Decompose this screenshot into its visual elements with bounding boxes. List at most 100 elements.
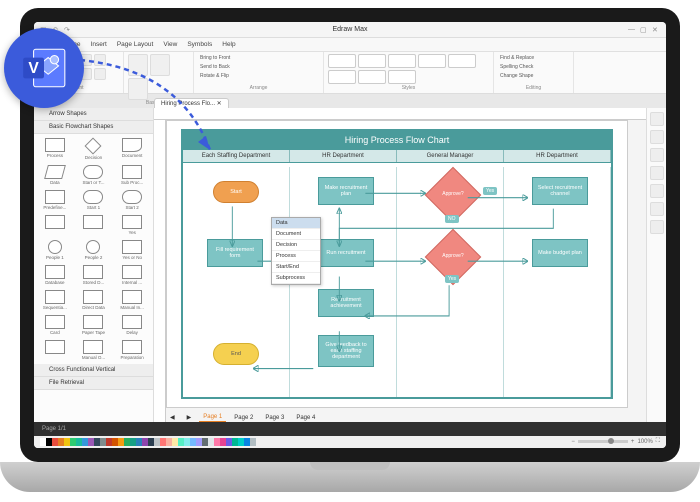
shape-stencil[interactable]: Delay xyxy=(113,313,151,337)
node-make-plan[interactable]: Make recruitment plan xyxy=(318,177,374,205)
node-achieve[interactable]: Recruitment achievement xyxy=(318,289,374,317)
shape-stencil[interactable]: People 1 xyxy=(36,238,74,262)
window-controls[interactable]: — ▢ ✕ xyxy=(628,26,660,34)
lane-header: General Manager xyxy=(397,150,504,162)
shape-stencil[interactable]: Yes or No xyxy=(113,238,151,262)
shape-stencil[interactable]: Internal ... xyxy=(113,263,151,287)
ctx-item[interactable]: Document xyxy=(272,229,320,240)
menu-insert[interactable]: Insert xyxy=(91,41,107,48)
page-tabs[interactable]: ◀▶ Page 1 Page 2 Page 3 Page 4 xyxy=(166,413,319,422)
node-budget[interactable]: Make budget plan xyxy=(532,239,588,267)
rotate-flip[interactable]: Rotate & Flip xyxy=(198,72,231,80)
zoom-out-icon[interactable]: − xyxy=(571,439,575,445)
ctx-item[interactable]: Subprocess xyxy=(272,273,320,284)
shape-stencil[interactable]: Yes xyxy=(113,213,151,237)
laptop-base xyxy=(0,462,700,492)
shape-stencil[interactable]: Paper Tape xyxy=(75,313,113,337)
panel-arrow-shapes[interactable]: Arrow Shapes xyxy=(34,108,153,121)
node-select-channel[interactable]: Select recruitment channel xyxy=(532,177,588,205)
page-tab[interactable]: Page 1 xyxy=(199,413,226,422)
shape-stencil[interactable]: Database xyxy=(36,263,74,287)
send-back[interactable]: Send to Back xyxy=(198,63,232,71)
shapes-panel: Arrow Shapes Basic Flowchart Shapes Proc… xyxy=(34,108,154,422)
status-bar: − + 100% ⛶ xyxy=(34,434,666,448)
page-tab[interactable]: Page 4 xyxy=(292,414,319,422)
zoom-slider[interactable] xyxy=(578,440,628,443)
spell-check[interactable]: Spelling Check xyxy=(498,63,535,71)
app-title: Edraw Max xyxy=(332,26,367,33)
find-replace[interactable]: Find & Replace xyxy=(498,54,536,62)
canvas-area: Hiring Process Flow Chart Each Staffing … xyxy=(154,108,646,422)
flowchart-swimlane: Hiring Process Flow Chart Each Staffing … xyxy=(181,129,613,399)
style-preset[interactable] xyxy=(328,54,356,68)
panel-cross-functional[interactable]: Cross Functional Vertical xyxy=(34,364,153,377)
shape-stencil[interactable]: Start 1 xyxy=(75,188,113,212)
ctx-item[interactable]: Process xyxy=(272,251,320,262)
shape-stencil[interactable]: Direct Data xyxy=(75,288,113,312)
shape-stencil[interactable]: Document xyxy=(113,136,151,162)
shape-stencil[interactable]: Sequentia... xyxy=(36,288,74,312)
ctx-item[interactable]: Start/End xyxy=(272,262,320,273)
shape-stencil[interactable]: Decision xyxy=(75,136,113,162)
maximize-icon[interactable]: ▢ xyxy=(640,26,648,34)
shape-stencil[interactable]: Stored D... xyxy=(75,263,113,287)
color-palette[interactable] xyxy=(40,438,256,446)
node-fill-form[interactable]: Fill requirement form xyxy=(207,239,263,267)
panel-basic-flowchart[interactable]: Basic Flowchart Shapes xyxy=(34,121,153,134)
shape-stencil[interactable]: People 2 xyxy=(75,238,113,262)
shape-stencil[interactable]: Preparation xyxy=(113,338,151,362)
chart-title: Hiring Process Flow Chart xyxy=(183,131,611,149)
node-feedback[interactable]: Give feedback to each staffing departmen… xyxy=(318,335,374,367)
change-shape[interactable]: Change Shape xyxy=(498,72,535,80)
ribbon-styles-label: Styles xyxy=(328,85,489,91)
palette-color[interactable] xyxy=(250,438,256,446)
shape-stencil[interactable]: Start or T... xyxy=(75,163,113,187)
menu-symbols[interactable]: Symbols xyxy=(187,41,212,48)
shape-stencil[interactable] xyxy=(75,213,113,237)
select-tool[interactable] xyxy=(128,54,148,76)
page-tab[interactable]: Page 2 xyxy=(230,414,257,422)
menu-pagelayout[interactable]: Page Layout xyxy=(117,41,154,48)
bring-front[interactable]: Bring to Front xyxy=(198,54,232,62)
shape-stencil[interactable]: Start 2 xyxy=(113,188,151,212)
close-icon[interactable]: ✕ xyxy=(652,26,660,34)
ruler-vertical xyxy=(154,120,166,422)
ctx-item[interactable]: Decision xyxy=(272,240,320,251)
shape-stencil[interactable]: Data xyxy=(36,163,74,187)
shape-stencil[interactable] xyxy=(36,213,74,237)
ruler-horizontal xyxy=(154,108,646,120)
ribbon-arrange-label: Arrange xyxy=(198,85,319,91)
ctx-item[interactable]: Data xyxy=(272,218,320,229)
menu-help[interactable]: Help xyxy=(222,41,235,48)
shape-stencil[interactable]: Card xyxy=(36,313,74,337)
canvas[interactable]: Hiring Process Flow Chart Each Staffing … xyxy=(166,120,628,408)
laptop-frame: ◧↶↷ Edraw Max —▢✕ File Home Insert Page … xyxy=(20,8,680,462)
shape-stencil[interactable] xyxy=(36,338,74,362)
zoom-controls[interactable]: − + 100% ⛶ xyxy=(571,438,660,445)
shape-stencil[interactable]: Manual O... xyxy=(75,338,113,362)
node-run[interactable]: Run recruitment xyxy=(318,239,374,267)
footer-bar: Page 1/1 xyxy=(34,422,666,436)
lane-header: Each Staffing Department xyxy=(183,150,290,162)
ribbon-editing-label: Editing xyxy=(498,85,569,91)
doc-tab[interactable]: Hiring Process Flo... ✕ xyxy=(154,98,229,108)
label-no: NO xyxy=(445,215,459,223)
shape-stencil[interactable]: Sub Proc... xyxy=(113,163,151,187)
minimize-icon[interactable]: — xyxy=(628,26,636,34)
shape-stencil[interactable]: Process xyxy=(36,136,74,162)
page-tab[interactable]: Page 3 xyxy=(261,414,288,422)
menu-bar[interactable]: File Home Insert Page Layout View Symbol… xyxy=(34,38,666,52)
panel-file-retrieval[interactable]: File Retrieval xyxy=(34,377,153,390)
shape-stencil[interactable]: Predefine... xyxy=(36,188,74,212)
rtool-icon[interactable] xyxy=(650,112,664,126)
connector-tool[interactable] xyxy=(128,78,148,100)
zoom-value: 100% xyxy=(637,439,652,445)
zoom-in-icon[interactable]: + xyxy=(631,439,635,445)
menu-view[interactable]: View xyxy=(163,41,177,48)
node-start[interactable]: Start xyxy=(213,181,259,203)
text-tool[interactable] xyxy=(150,54,170,76)
node-end[interactable]: End xyxy=(213,343,259,365)
shape-stencil[interactable]: Manual In... xyxy=(113,288,151,312)
label-yes: Yes xyxy=(445,275,459,283)
context-menu[interactable]: Data Document Decision Process Start/End… xyxy=(271,217,321,285)
